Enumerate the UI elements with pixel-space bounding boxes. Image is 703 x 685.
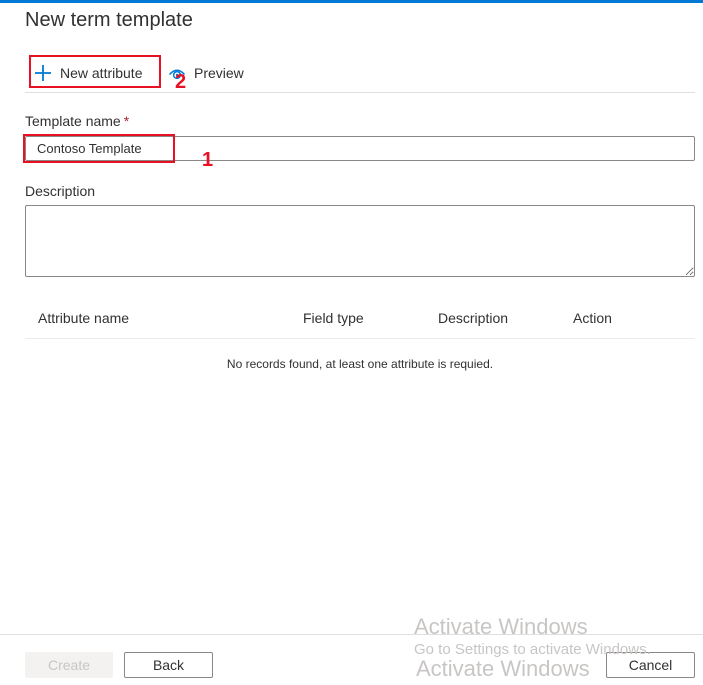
watermark-line-1: Activate Windows [414,614,588,639]
preview-label: Preview [194,65,244,81]
callout-box-new-attribute [29,55,161,88]
required-marker: * [123,113,130,129]
attributes-table-header: Attribute name Field type Description Ac… [25,302,695,339]
callout-box-template-name [23,134,175,163]
watermark-line-3: Activate Windows [416,656,590,681]
back-button[interactable]: Back [124,652,213,678]
create-button[interactable]: Create [25,652,113,678]
column-header-attribute-name[interactable]: Attribute name [38,310,129,326]
description-textarea[interactable] [25,205,695,277]
page-title: New term template [25,9,193,31]
callout-number-2: 2 [175,71,187,93]
column-header-description[interactable]: Description [438,310,508,326]
column-header-action[interactable]: Action [573,310,612,326]
callout-number-1: 1 [202,149,214,171]
template-name-label-text: Template name [25,113,121,129]
top-accent-bar [0,0,703,3]
empty-table-message: No records found, at least one attribute… [226,357,494,371]
column-header-field-type[interactable]: Field type [303,310,364,326]
template-name-label: Template name * [25,113,129,129]
description-label: Description [25,183,96,199]
